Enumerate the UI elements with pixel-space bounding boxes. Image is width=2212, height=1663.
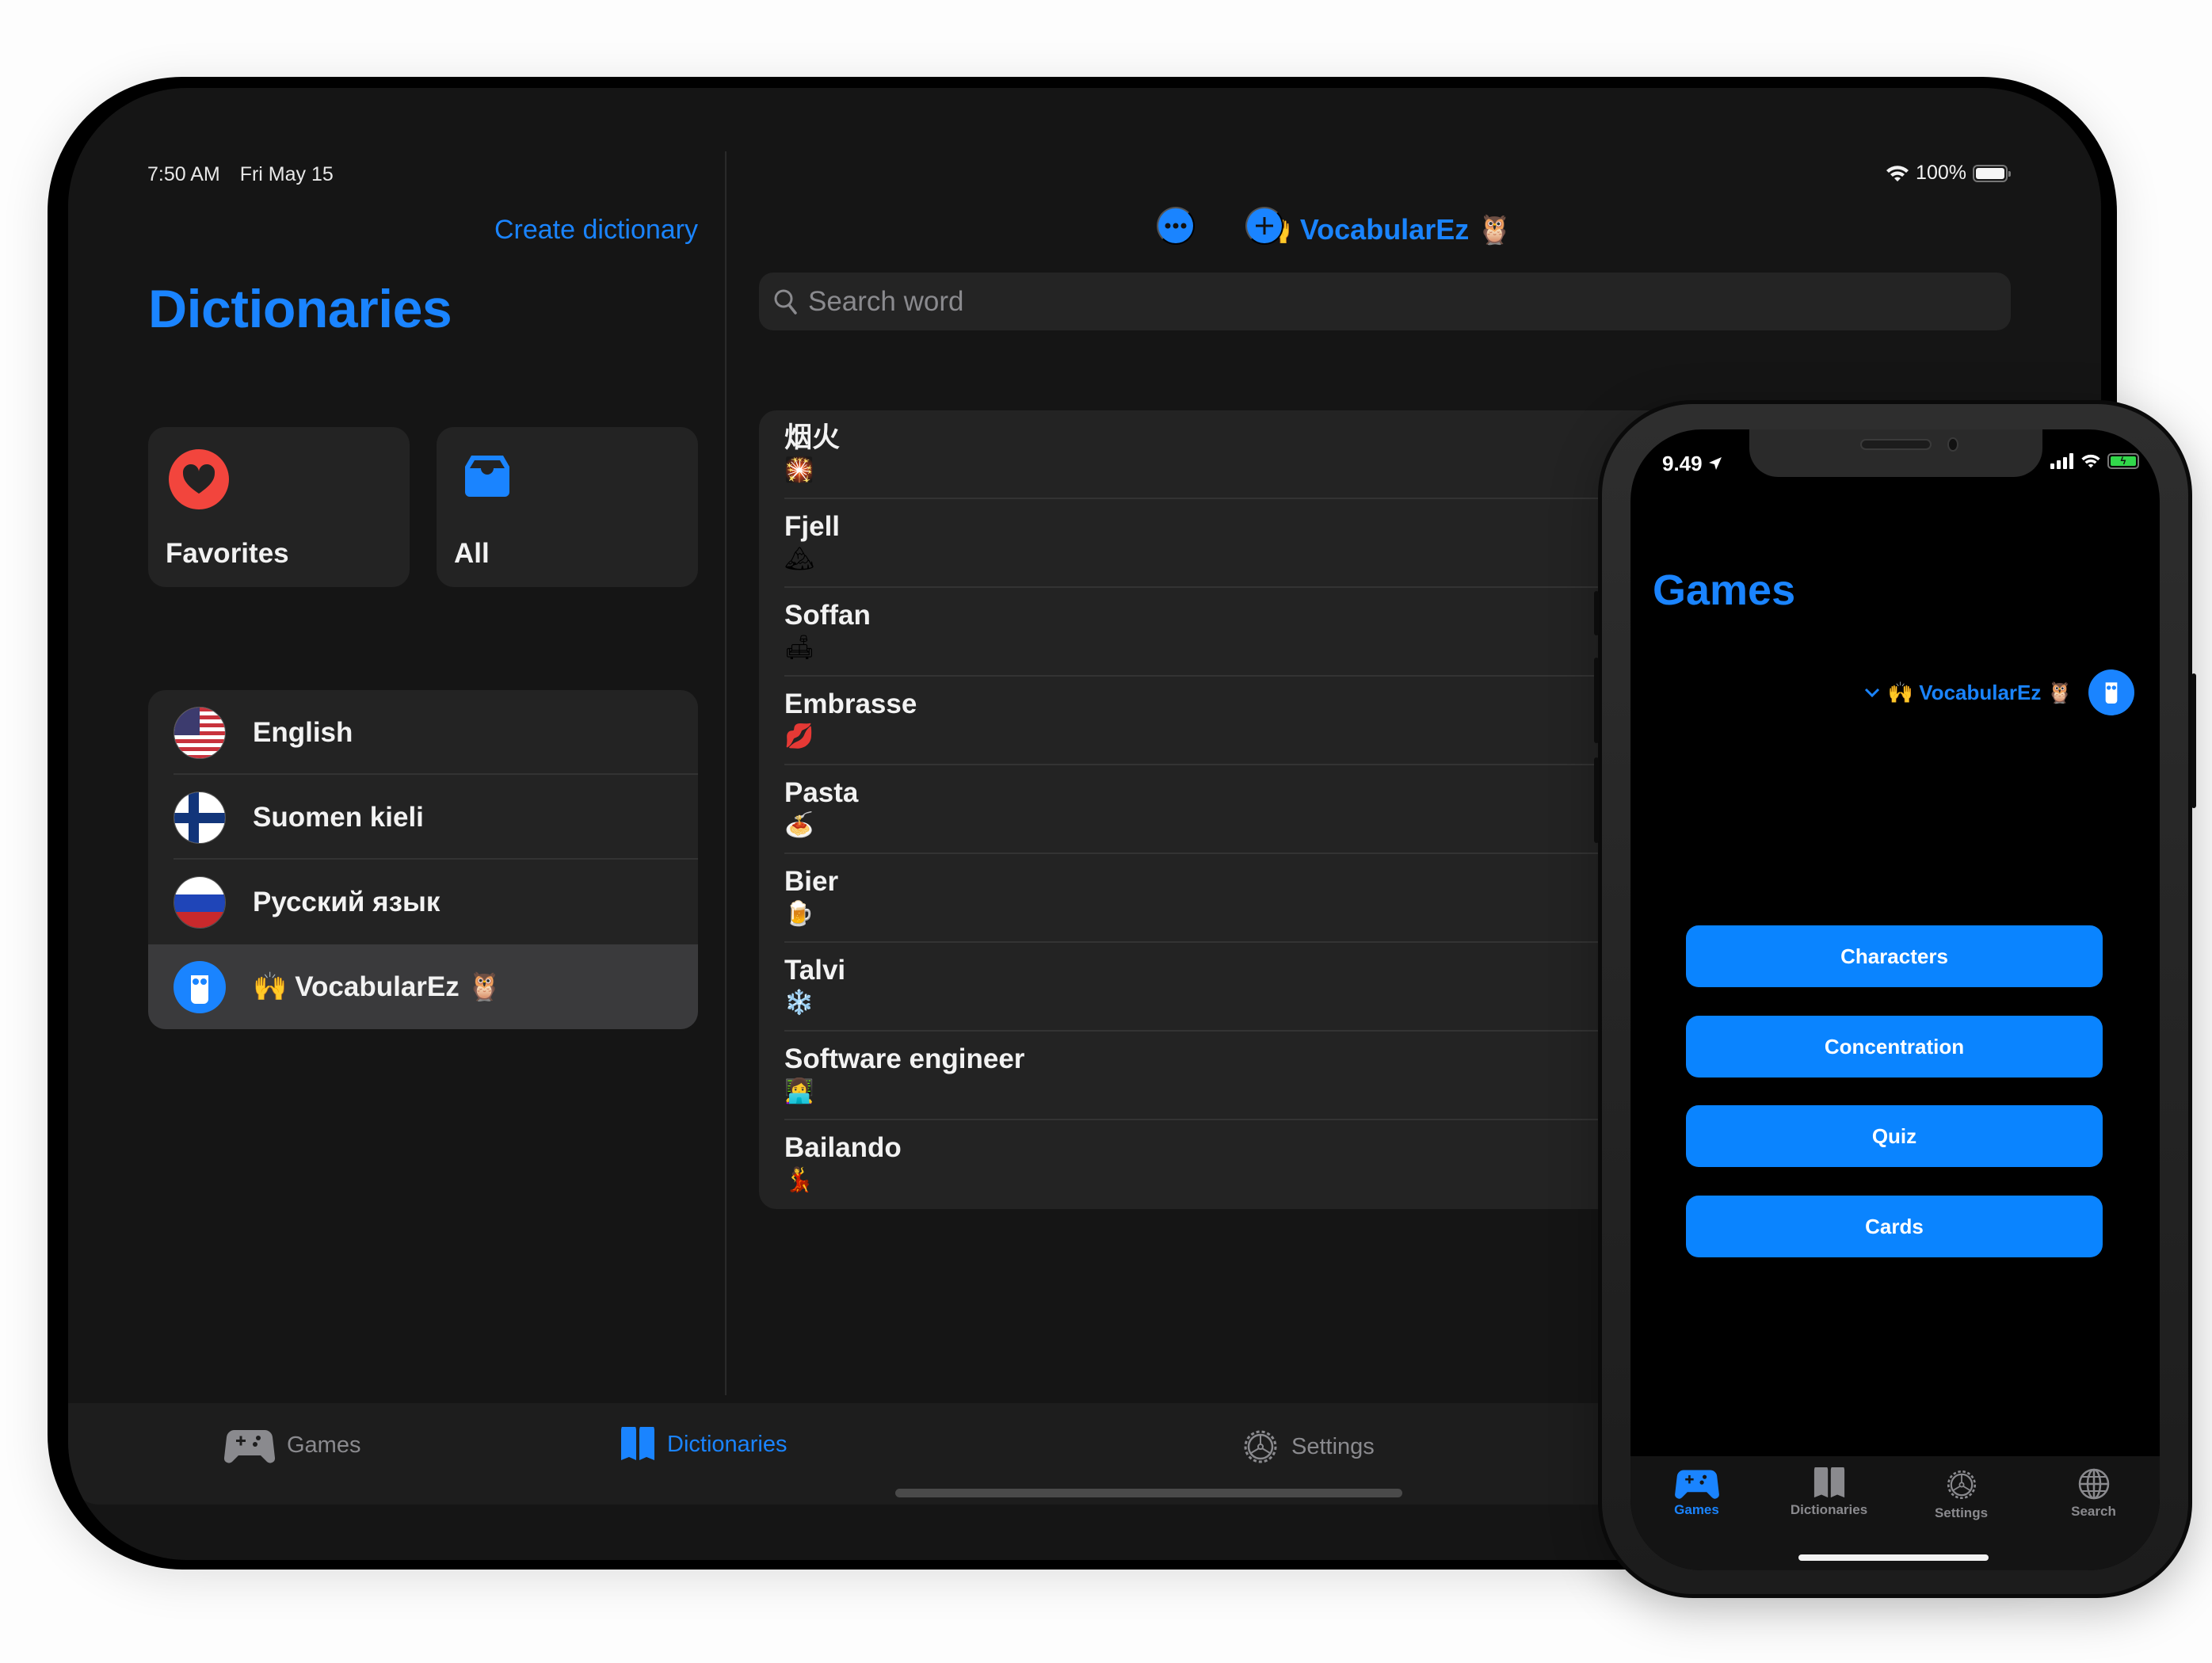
battery-percent: 100% bbox=[1916, 162, 1966, 184]
dictionary-label: English bbox=[253, 716, 353, 748]
dictionary-item-english[interactable]: English bbox=[148, 690, 698, 775]
wifi-icon bbox=[1886, 165, 1909, 181]
us-flag-icon bbox=[174, 706, 226, 759]
speaker bbox=[1860, 439, 1932, 450]
dictionary-label: Русский язык bbox=[253, 886, 440, 917]
favorites-label: Favorites bbox=[166, 538, 289, 569]
more-button[interactable] bbox=[1157, 207, 1195, 245]
gamecontroller-icon bbox=[1674, 1470, 1719, 1499]
russia-flag-icon bbox=[174, 875, 226, 929]
ipad-status-right: 100% bbox=[1886, 162, 2011, 185]
home-indicator[interactable] bbox=[1798, 1554, 1989, 1561]
create-dictionary-button[interactable]: Create dictionary bbox=[494, 215, 698, 246]
home-indicator[interactable] bbox=[895, 1489, 1402, 1497]
search-icon bbox=[774, 289, 797, 315]
status-time: 7:50 AM bbox=[147, 163, 220, 185]
location-arrow-icon bbox=[1708, 457, 1722, 470]
owl-app-icon bbox=[174, 960, 226, 1013]
tab-games[interactable]: Games bbox=[223, 1427, 360, 1463]
dictionary-picker[interactable]: 🙌 VocabularEz 🦉 bbox=[1864, 669, 2134, 715]
characters-button[interactable]: Characters bbox=[1686, 925, 2103, 987]
games-title: Games bbox=[1653, 566, 1796, 614]
iphone-tab-bar: Games Dictionaries Settings Search bbox=[1630, 1456, 2160, 1570]
tray-icon bbox=[457, 449, 517, 509]
add-word-button[interactable] bbox=[1245, 207, 1283, 245]
all-label: All bbox=[454, 538, 490, 569]
status-time: 9.49 bbox=[1662, 452, 1703, 475]
tab-label: Settings bbox=[1291, 1433, 1375, 1459]
plus-icon bbox=[1256, 217, 1273, 235]
tab-games[interactable]: Games bbox=[1630, 1467, 1763, 1518]
more-icon bbox=[1165, 223, 1187, 229]
wifi-icon bbox=[2081, 454, 2100, 468]
status-date: Fri May 15 bbox=[239, 163, 334, 185]
favorites-tile[interactable]: Favorites bbox=[148, 427, 410, 587]
tab-label: Dictionaries bbox=[667, 1431, 788, 1457]
heart-icon bbox=[169, 449, 229, 509]
front-camera bbox=[1947, 437, 1958, 452]
dictionary-label: Suomen kieli bbox=[253, 801, 424, 833]
detail-title: 🙌 VocabularEz 🦉 bbox=[1257, 213, 1513, 246]
globe-icon bbox=[2078, 1468, 2109, 1500]
gear-icon bbox=[1947, 1470, 1976, 1500]
search-bar[interactable] bbox=[759, 273, 2011, 330]
tab-label: Settings bbox=[1934, 1505, 1989, 1520]
tab-label: Games bbox=[287, 1432, 361, 1458]
quiz-button[interactable]: Quiz bbox=[1686, 1105, 2103, 1167]
dictionary-item-vocabularez[interactable]: 🙌 VocabularEz 🦉 bbox=[148, 944, 698, 1029]
tab-settings[interactable]: Settings bbox=[1895, 1467, 2027, 1521]
dictionary-list: English Suomen kieli Русский язык 🙌 Voca… bbox=[148, 690, 698, 1029]
tab-label: Dictionaries bbox=[1790, 1502, 1868, 1517]
search-input[interactable] bbox=[808, 285, 1917, 318]
mute-switch bbox=[1594, 591, 1599, 635]
gamecontroller-icon bbox=[223, 1429, 276, 1463]
tab-label: Search bbox=[2071, 1504, 2116, 1519]
ipad-status-time-date: 7:50 AM Fri May 15 bbox=[147, 163, 348, 186]
cellular-signal-icon bbox=[2050, 453, 2073, 469]
dictionary-picker-label: 🙌 VocabularEz 🦉 bbox=[1887, 680, 2073, 704]
iphone-screen: 9.49 ϟ Games 🙌 VocabularEz 🦉 Characters … bbox=[1630, 429, 2160, 1570]
cards-button[interactable]: Cards bbox=[1686, 1196, 2103, 1257]
tab-label: Games bbox=[1674, 1502, 1719, 1517]
gear-icon bbox=[1244, 1430, 1277, 1463]
iphone-device: 9.49 ϟ Games 🙌 VocabularEz 🦉 Characters … bbox=[1594, 400, 2196, 1598]
chevron-down-icon bbox=[1864, 688, 1879, 698]
volume-up-button bbox=[1594, 658, 1599, 743]
tab-search[interactable]: Search bbox=[2027, 1467, 2160, 1520]
owl-app-icon[interactable] bbox=[2088, 669, 2134, 715]
dictionary-item-finnish[interactable]: Suomen kieli bbox=[148, 775, 698, 860]
volume-down-button bbox=[1594, 757, 1599, 843]
iphone-status-time: 9.49 bbox=[1662, 452, 1722, 476]
concentration-button[interactable]: Concentration bbox=[1686, 1016, 2103, 1078]
battery-charging-icon: ϟ bbox=[2107, 453, 2139, 469]
iphone-status-right: ϟ bbox=[2050, 453, 2139, 469]
tab-dictionaries[interactable]: Dictionaries bbox=[620, 1427, 788, 1462]
all-tile[interactable]: All bbox=[437, 427, 698, 587]
tab-dictionaries[interactable]: Dictionaries bbox=[1763, 1467, 1895, 1518]
battery-icon bbox=[1973, 164, 2011, 182]
book-icon bbox=[1813, 1467, 1844, 1498]
sidebar-title: Dictionaries bbox=[148, 279, 452, 339]
dictionary-label: 🙌 VocabularEz 🦉 bbox=[253, 971, 502, 1002]
split-divider[interactable] bbox=[725, 151, 727, 1395]
tab-settings[interactable]: Settings bbox=[1241, 1427, 1375, 1467]
power-button bbox=[2191, 673, 2196, 808]
book-icon bbox=[621, 1427, 654, 1460]
dictionary-item-russian[interactable]: Русский язык bbox=[148, 860, 698, 944]
notch bbox=[1749, 429, 2042, 477]
finland-flag-icon bbox=[174, 791, 226, 844]
